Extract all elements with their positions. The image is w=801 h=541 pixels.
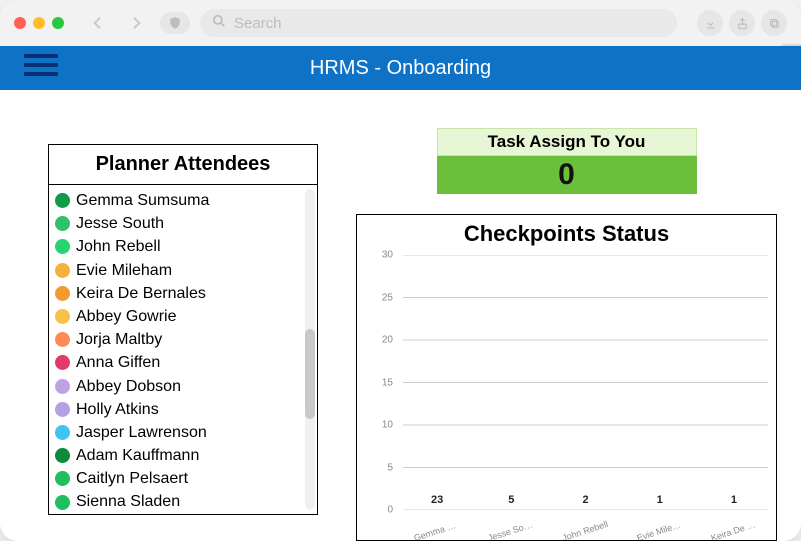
list-item[interactable]: Jesse South bbox=[55, 212, 311, 235]
search-icon bbox=[212, 14, 226, 32]
chart-title: Checkpoints Status bbox=[357, 215, 776, 253]
color-swatch-icon bbox=[55, 425, 70, 440]
y-tick-label: 30 bbox=[382, 250, 393, 261]
bar-value-label: 2 bbox=[582, 494, 588, 506]
x-tick-label: Evie Mileh… bbox=[635, 519, 684, 541]
attendee-name: Jesse South bbox=[76, 212, 164, 235]
list-item[interactable]: Keira De Bernales bbox=[55, 282, 311, 305]
list-item[interactable]: Abbey Dobson bbox=[55, 375, 311, 398]
color-swatch-icon bbox=[55, 239, 70, 254]
search-placeholder: Search bbox=[234, 15, 282, 32]
attendee-name: Jasper Lawrenson bbox=[76, 421, 207, 444]
x-tick-label: Keira De B… bbox=[709, 519, 758, 541]
color-swatch-icon bbox=[55, 379, 70, 394]
bar-value-label: 1 bbox=[731, 494, 737, 506]
attendee-name: Adam Kauffmann bbox=[76, 444, 199, 467]
list-item[interactable]: Caitlyn Pelsaert bbox=[55, 467, 311, 490]
forward-button[interactable] bbox=[122, 9, 150, 37]
x-tick-label: John Rebell bbox=[561, 519, 610, 541]
bar-value-label: 5 bbox=[508, 494, 514, 506]
attendee-name: John Rebell bbox=[76, 235, 161, 258]
page-header: HRMS - Onboarding bbox=[0, 46, 801, 90]
color-swatch-icon bbox=[55, 471, 70, 486]
close-window-icon[interactable] bbox=[14, 17, 26, 29]
list-item[interactable]: Jorja Maltby bbox=[55, 328, 311, 351]
y-tick-label: 15 bbox=[382, 377, 393, 388]
attendee-name: Keira De Bernales bbox=[76, 282, 206, 305]
page-title: HRMS - Onboarding bbox=[310, 57, 491, 80]
attendee-name: Jorja Maltby bbox=[76, 328, 162, 351]
minimize-window-icon[interactable] bbox=[33, 17, 45, 29]
task-title: Task Assign To You bbox=[437, 128, 697, 156]
attendee-name: Abbey Gowrie bbox=[76, 305, 177, 328]
back-button[interactable] bbox=[84, 9, 112, 37]
share-icon[interactable] bbox=[729, 10, 755, 36]
color-swatch-icon bbox=[55, 193, 70, 208]
list-item[interactable]: Jasper Lawrenson bbox=[55, 421, 311, 444]
address-bar[interactable]: Search bbox=[200, 9, 677, 37]
color-swatch-icon bbox=[55, 309, 70, 324]
checkpoints-chart: Checkpoints Status 0 5 10 15 20 25 30 23 5 2 1 1 G… bbox=[356, 214, 777, 541]
color-swatch-icon bbox=[55, 402, 70, 417]
menu-button[interactable] bbox=[24, 54, 58, 76]
window-controls bbox=[14, 17, 64, 29]
y-tick-label: 10 bbox=[382, 420, 393, 431]
color-swatch-icon bbox=[55, 263, 70, 278]
color-swatch-icon bbox=[55, 286, 70, 301]
list-item[interactable]: Evie Mileham bbox=[55, 259, 311, 282]
task-count: 0 bbox=[437, 156, 697, 194]
bar-value-label: 23 bbox=[431, 494, 443, 506]
list-item[interactable]: Sienna Sladen bbox=[55, 490, 311, 513]
color-swatch-icon bbox=[55, 495, 70, 510]
attendee-name: Holly Atkins bbox=[76, 398, 159, 421]
list-item[interactable]: Holly Atkins bbox=[55, 398, 311, 421]
color-swatch-icon bbox=[55, 448, 70, 463]
y-tick-label: 5 bbox=[387, 462, 393, 473]
list-item[interactable]: Anna Giffen bbox=[55, 351, 311, 374]
attendee-name: Anna Giffen bbox=[76, 351, 160, 374]
attendee-name: Abbey Dobson bbox=[76, 375, 181, 398]
maximize-window-icon[interactable] bbox=[52, 17, 64, 29]
color-swatch-icon bbox=[55, 216, 70, 231]
attendee-name: Caitlyn Pelsaert bbox=[76, 467, 188, 490]
scrollbar[interactable] bbox=[305, 189, 315, 510]
list-item[interactable]: Adam Kauffmann bbox=[55, 444, 311, 467]
x-tick-label: Jesse Sou… bbox=[487, 519, 536, 541]
attendee-name: Sienna Sladen bbox=[76, 490, 180, 513]
color-swatch-icon bbox=[55, 332, 70, 347]
bar-value-label: 1 bbox=[657, 494, 663, 506]
attendees-title: Planner Attendees bbox=[48, 144, 318, 185]
y-tick-label: 0 bbox=[387, 505, 393, 516]
browser-chrome: Search bbox=[0, 0, 801, 46]
list-item[interactable]: John Rebell bbox=[55, 235, 311, 258]
attendee-name: Gemma Sumsuma bbox=[76, 189, 209, 212]
attendees-list[interactable]: Gemma SumsumaJesse SouthJohn RebellEvie … bbox=[48, 185, 318, 515]
y-tick-label: 25 bbox=[382, 292, 393, 303]
shield-icon[interactable] bbox=[160, 12, 190, 34]
download-icon[interactable] bbox=[697, 10, 723, 36]
y-tick-label: 20 bbox=[382, 335, 393, 346]
color-swatch-icon bbox=[55, 355, 70, 370]
scrollbar-thumb[interactable] bbox=[305, 329, 315, 419]
attendee-name: Evie Mileham bbox=[76, 259, 172, 282]
x-tick-label: Gemma Su… bbox=[413, 519, 462, 541]
list-item[interactable]: Abbey Gowrie bbox=[55, 305, 311, 328]
list-item[interactable]: Gemma Sumsuma bbox=[55, 189, 311, 212]
planner-attendees-panel: Planner Attendees Gemma SumsumaJesse Sou… bbox=[48, 144, 318, 541]
task-assign-card: Task Assign To You 0 bbox=[437, 128, 697, 194]
copy-icon[interactable] bbox=[761, 10, 787, 36]
